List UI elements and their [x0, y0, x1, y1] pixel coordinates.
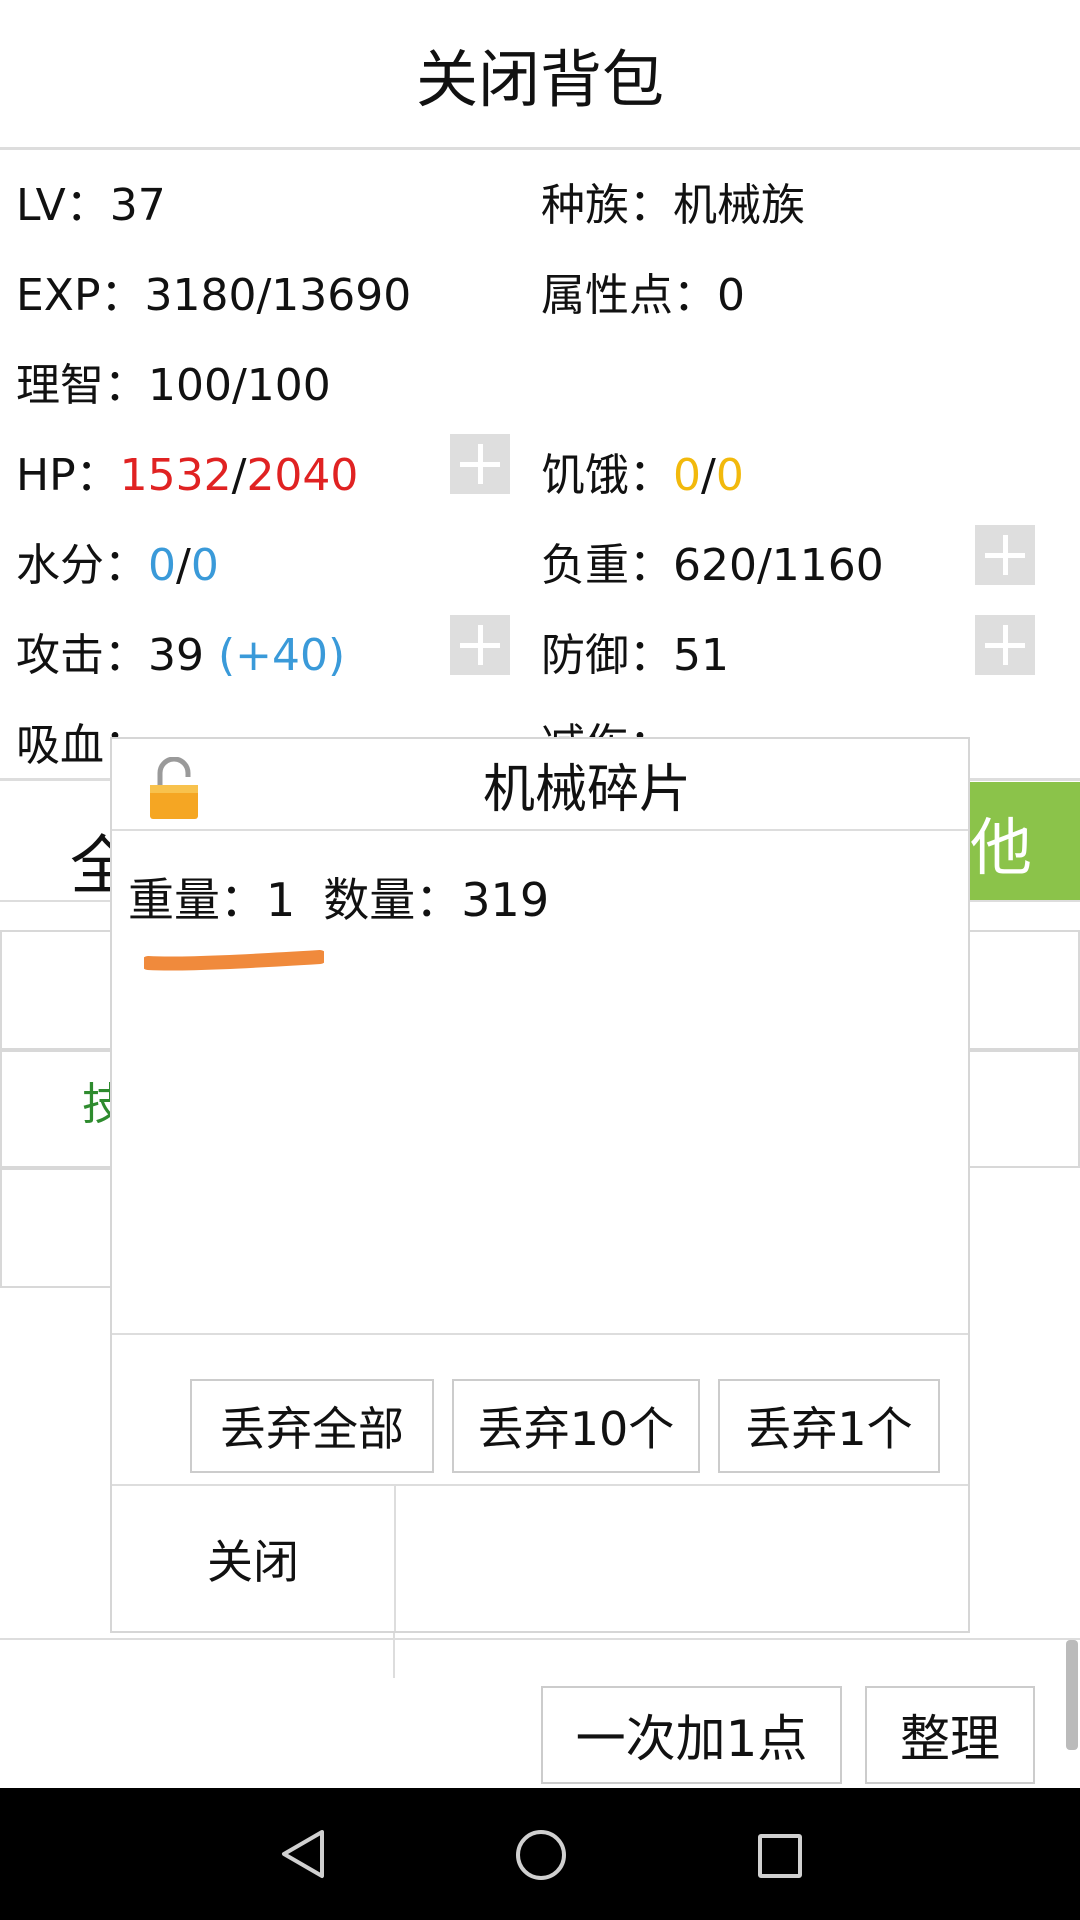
race-stat: 种族：机械族 [541, 184, 805, 228]
highlight-mark [144, 950, 324, 971]
tab-other-label: 他 [970, 811, 1033, 884]
tab-other[interactable]: 他 [970, 782, 1080, 902]
hp-separator: / [231, 450, 247, 501]
hunger-separator: / [701, 450, 716, 501]
level-value: 37 [109, 180, 166, 231]
exp-value: 3180/13690 [144, 270, 412, 321]
item-info: 重量：1 数量：319 [128, 864, 549, 930]
hp-stat: HP：1532/2040 [16, 454, 358, 498]
defense-stat: 防御：51 [541, 634, 729, 678]
load-value: 620/1160 [673, 540, 884, 591]
water-separator: / [176, 540, 191, 591]
exp-label: EXP： [16, 270, 145, 321]
attack-bonus: (+40) [217, 630, 346, 681]
divider [112, 829, 968, 831]
defense-value: 51 [673, 630, 729, 681]
level-label: LV： [16, 180, 110, 231]
weight-value: 1 [266, 873, 296, 927]
attack-plus-icon[interactable] [450, 615, 510, 675]
water-max: 0 [190, 540, 219, 591]
recents-icon[interactable] [758, 1834, 802, 1878]
weight-label: 重量： [128, 873, 266, 927]
hunger-max: 0 [715, 450, 744, 501]
discard-all-button[interactable]: 丢弃全部 [190, 1379, 434, 1473]
divider [393, 1633, 395, 1678]
exp-stat: EXP：3180/13690 [16, 274, 411, 318]
discard-one-button[interactable]: 丢弃1个 [718, 1379, 940, 1473]
sanity-stat: 理智：100/100 [16, 364, 331, 408]
sanity-label: 理智： [16, 360, 148, 411]
sanity-value: 100/100 [148, 360, 331, 411]
load-plus-icon[interactable] [975, 525, 1035, 585]
attribute-points-stat: 属性点：0 [541, 274, 745, 318]
divider [0, 147, 1080, 150]
count-value: 319 [461, 873, 550, 927]
attribute-points-label: 属性点： [541, 270, 717, 321]
page-title[interactable]: 关闭背包 [0, 0, 1080, 148]
attack-stat: 攻击：39 (+40) [16, 634, 345, 678]
discard-ten-button[interactable]: 丢弃10个 [452, 1379, 700, 1473]
sort-button[interactable]: 整理 [865, 1686, 1035, 1784]
load-stat: 负重：620/1160 [541, 544, 884, 588]
attribute-points-value: 0 [717, 270, 745, 321]
defense-label: 防御： [541, 630, 673, 681]
scrollbar[interactable] [1066, 1640, 1078, 1750]
home-icon[interactable] [516, 1830, 566, 1880]
water-stat: 水分：0/0 [16, 544, 219, 588]
add-one-point-button[interactable]: 一次加1点 [541, 1686, 842, 1784]
race-value: 机械族 [673, 180, 805, 231]
race-label: 种族： [541, 180, 673, 231]
count-label: 数量： [323, 873, 462, 927]
hunger-stat: 饥饿：0/0 [541, 454, 744, 498]
divider [112, 1333, 968, 1335]
attack-value: 39 [148, 630, 218, 681]
hunger-current: 0 [673, 450, 701, 501]
water-label: 水分： [16, 540, 148, 591]
hp-label: HP： [16, 450, 120, 501]
attack-label: 攻击： [16, 630, 148, 681]
divider [394, 1486, 396, 1631]
back-icon[interactable] [278, 1828, 326, 1880]
hp-plus-icon[interactable] [450, 434, 510, 494]
load-label: 负重： [541, 540, 673, 591]
hunger-label: 饥饿： [541, 450, 673, 501]
water-current: 0 [148, 540, 176, 591]
hp-current: 1532 [119, 450, 232, 501]
dialog-title: 机械碎片 [482, 759, 691, 820]
divider [0, 1638, 1080, 1640]
close-button[interactable]: 关闭 [112, 1486, 394, 1631]
item-dialog: 机械碎片 重量：1 数量：319 丢弃全部 丢弃10个 丢弃1个 关闭 [110, 737, 970, 1633]
defense-plus-icon[interactable] [975, 615, 1035, 675]
level-stat: LV：37 [16, 184, 166, 228]
hp-max: 2040 [246, 450, 359, 501]
